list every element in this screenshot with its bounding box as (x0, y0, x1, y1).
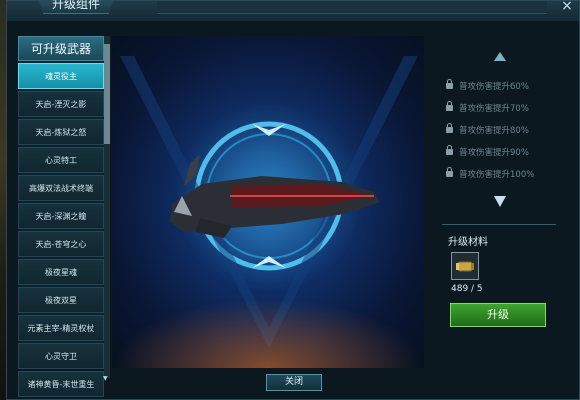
weapon-item-10[interactable]: 心灵守卫 (18, 343, 104, 369)
weapon-item-3[interactable]: 心灵特工 (18, 147, 104, 173)
weapon-item-9[interactable]: 元素主宰-精灵权杖 (18, 315, 104, 341)
scroll-down-arrow-icon[interactable] (494, 196, 506, 207)
attribute-label: 普攻伤害提升70% (459, 104, 529, 114)
attribute-label: 普攻伤害提升100% (459, 170, 535, 180)
lock-icon (446, 145, 453, 155)
attribute-label: 普攻伤害提升60% (459, 82, 529, 92)
weapon-preview-stage (112, 36, 424, 368)
lock-icon (446, 123, 453, 133)
attribute-row: 普攻伤害提升70% (446, 101, 529, 114)
attribute-row: 普攻伤害提升60% (446, 79, 529, 92)
weapon-list-scrollbar[interactable]: ▼ (103, 36, 110, 382)
weapon-item-8[interactable]: 极夜双星 (18, 287, 104, 313)
material-slot[interactable] (451, 252, 479, 280)
window-title: 升级组件 (37, 0, 116, 14)
weapon-item-2[interactable]: 天启-炼狱之怒 (18, 119, 104, 145)
close-button[interactable]: 关闭 (266, 374, 322, 391)
attribute-row: 普攻伤害提升90% (446, 145, 529, 158)
weapon-list-header: 可升级武器 (18, 36, 104, 61)
material-count: 489 / 5 (451, 284, 483, 294)
lock-icon (446, 167, 453, 177)
close-icon[interactable]: × (559, 0, 575, 15)
weapon-item-4[interactable]: 高爆双法战术终端 (18, 175, 104, 201)
weapon-item-1[interactable]: 天启-湮灭之影 (18, 91, 104, 117)
scroll-up-icon[interactable] (494, 52, 506, 61)
title-bar-strip (157, 1, 547, 14)
title-bar: 升级组件 × (7, 0, 579, 21)
lock-icon (446, 101, 453, 111)
weapon-item-7[interactable]: 极夜星魂 (18, 259, 104, 285)
attribute-label: 普攻伤害提升80% (459, 126, 529, 136)
attribute-row: 普攻伤害提升80% (446, 123, 529, 136)
lock-icon (446, 79, 453, 89)
weapon-item-11[interactable]: 诸神黄昏-末世重生 (18, 371, 104, 397)
ammo-shell-icon (456, 261, 474, 272)
stage-floor-glow (112, 298, 424, 368)
weapon-item-5[interactable]: 天启-深渊之瞳 (18, 203, 104, 229)
attribute-row: 普攻伤害提升100% (446, 167, 535, 180)
scroll-down-icon[interactable]: ▼ (103, 375, 108, 382)
materials-title: 升级材料 (448, 237, 488, 248)
weapon-list: 可升级武器 魂灵役主 天启-湮灭之影 天启-炼狱之怒 心灵特工 高爆双法战术终端… (18, 36, 104, 397)
weapon-item-0[interactable]: 魂灵役主 (18, 63, 104, 89)
scrollbar-thumb[interactable] (104, 44, 110, 144)
attribute-label: 普攻伤害提升90% (459, 148, 529, 158)
upgrade-attributes-panel: 普攻伤害提升60% 普攻伤害提升70% 普攻伤害提升80% 普攻伤害提升90% … (428, 36, 574, 216)
weapon-item-6[interactable]: 天启-苍穹之心 (18, 231, 104, 257)
upgrade-button[interactable]: 升级 (450, 303, 546, 327)
materials-divider (442, 224, 556, 225)
